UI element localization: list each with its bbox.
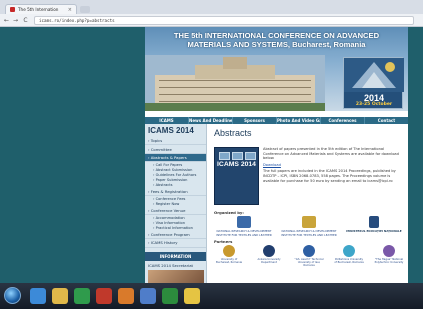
title-line-1: THE 5th INTERNATIONAL CONFERENCE ON ADVA… [173,31,380,40]
forward-icon[interactable]: → [12,17,19,24]
cover-square-icon [232,152,243,160]
nav-conferences[interactable]: Conferences [321,117,365,124]
conference-title: THE 5th INTERNATIONAL CONFERENCE ON ADVA… [145,31,408,49]
page-viewport: THE 5th INTERNATIONAL CONFERENCE ON ADVA… [0,27,423,292]
sidebar-item-fees[interactable]: › Fees & Registration [145,188,206,197]
organizer-icpi[interactable]: NATIONAL RESEARCH & DEVELOPMENT INSTITUT… [279,216,339,237]
partner-seal-icon [263,245,275,257]
partner-seal-icon [383,245,395,257]
app-icon[interactable] [118,288,134,304]
sidebar-item-committee[interactable]: › Committee [145,145,206,154]
nav-sponsors[interactable]: Sponsors [233,117,277,124]
sidebar-title: ICAMS 2014 [148,126,194,135]
back-icon[interactable]: ← [3,17,10,24]
os-taskbar [0,283,423,309]
partner-name: "Gh. Asachi" Technical University of Ias… [294,258,324,267]
abstracts-intro: Abstract of papers presented in the 5th … [263,147,399,161]
nav-contact[interactable]: Contact [365,117,408,124]
sidebar-item-abstracts-papers[interactable]: › Abstracts & Papers [145,153,206,163]
close-icon[interactable]: × [68,7,72,13]
partner-name: "The Hague" National Polytechnic Univers… [374,258,404,264]
new-tab-button[interactable] [80,6,90,13]
download-link[interactable]: Download [263,163,403,168]
partner-1[interactable]: University of Bucharest, Romania [214,245,244,275]
partner-name: University of Bucharest, Romania [215,258,243,264]
excel-icon[interactable] [162,288,178,304]
partner-seal-icon [343,245,355,257]
partner-4[interactable]: Politehnica University of Bucharest, Rom… [334,245,364,275]
media-icon[interactable] [74,288,90,304]
logo-art-icon [344,58,404,92]
abstracts-description: Abstract of papers presented in the 5th … [263,147,403,183]
cover-square-icon [219,152,230,160]
start-button[interactable] [4,287,21,304]
browser-tab[interactable]: The 5th Internation × [5,4,77,14]
organizer-incdtp[interactable]: NATIONAL RESEARCH & DEVELOPMENT INSTITUT… [214,216,274,237]
proceedings-info: The full papers are included in the ICAM… [263,169,396,183]
proceedings-cover-title: ICAMS 2014 [217,161,256,168]
partner-2[interactable]: Ankara University Department [254,245,284,275]
information-heading: INFORMATION [145,251,206,261]
partners-label: Partners [214,239,233,244]
proceedings-cover[interactable] [214,147,259,205]
browser-tabstrip: The 5th Internation × [0,0,423,14]
sidebar-item-venue[interactable]: › Conference Venue [145,207,206,216]
cover-square-icon [245,152,256,160]
top-navigation: ICAMS News And Deadlines Sponsors Photo … [145,117,408,124]
nav-gallery[interactable]: Photo And Video Gallery [277,117,321,124]
address-bar-row: ← → C icams.ro/index.php?p=abstracts [0,14,423,27]
partner-logos: University of Bucharest, Romania Ankara … [214,245,404,275]
organized-by-label: Organized by: [214,210,244,215]
partner-seal-icon [303,245,315,257]
incdtp-logo-icon [237,216,251,228]
organizer-name: NATIONAL RESEARCH & DEVELOPMENT INSTITUT… [281,229,337,237]
organizer-ministry[interactable]: MINISTERUL EDUCAȚIEI NAȚIONALE [344,216,404,236]
nav-icams[interactable]: ICAMS [145,117,189,124]
ie-icon[interactable] [30,288,46,304]
partner-3[interactable]: "Gh. Asachi" Technical University of Ias… [294,245,324,275]
secretariat-label: ICAMS 2014 Secretariat [148,262,194,268]
page-title: Abstracts [214,128,252,138]
header-banner: THE 5th INTERNATIONAL CONFERENCE ON ADVA… [145,27,408,111]
sidebar-item-program[interactable]: › Conference Program [145,231,206,240]
icpi-logo-icon [302,216,316,228]
main-content: Abstracts ICAMS 2014 Abstract of papers … [211,124,406,283]
nav-news[interactable]: News And Deadlines [189,117,233,124]
ministry-crest-icon [369,216,379,228]
sidebar-item-topics[interactable]: › Topics [145,137,206,146]
title-line-2: MATERIALS AND SYSTEMS, Bucharest, Romani… [187,40,366,49]
partner-name: Ankara University Department [257,258,281,264]
web-page: THE 5th INTERNATIONAL CONFERENCE ON ADVA… [145,27,408,292]
sidebar: ICAMS 2014 › Topics › Committee › Abstra… [145,124,207,292]
url-input[interactable]: icams.ro/index.php?p=abstracts [34,16,414,25]
ministry-label: MINISTERUL EDUCAȚIEI NAȚIONALE [346,229,402,233]
partner-5[interactable]: "The Hague" National Polytechnic Univers… [374,245,404,275]
tab-title: The 5th Internation [18,7,59,12]
organizer-logos: NATIONAL RESEARCH & DEVELOPMENT INSTITUT… [214,216,404,237]
organizer-name: NATIONAL RESEARCH & DEVELOPMENT INSTITUT… [216,229,272,237]
reload-icon[interactable]: C [22,17,29,24]
favicon-icon [10,7,15,12]
chrome-icon[interactable] [184,288,200,304]
conference-dates: 23-25 October [355,102,393,107]
explorer-icon[interactable] [52,288,68,304]
word-icon[interactable] [140,288,156,304]
partner-name: Politehnica University of Bucharest, Rom… [334,258,364,264]
palace-image [145,55,325,111]
partner-seal-icon [223,245,235,257]
acrobat-icon[interactable] [96,288,112,304]
sidebar-item-history[interactable]: › ICAMS History [145,239,206,248]
